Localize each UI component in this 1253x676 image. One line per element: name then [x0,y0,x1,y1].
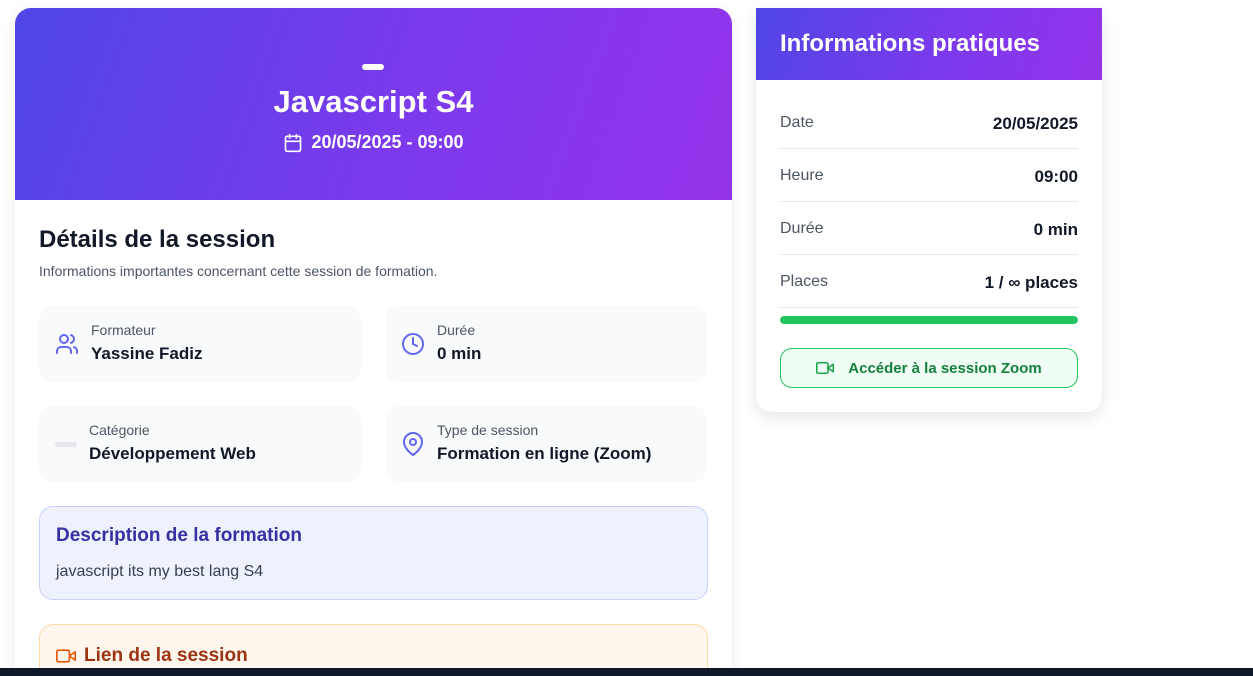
description-title: Description de la formation [56,525,302,546]
session-type-label: Type de session [437,422,539,438]
video-icon [56,649,76,663]
category-value: Développement Web [89,444,256,463]
info-row-value: 1 / ∞ places [984,273,1078,292]
capacity-progress-fill [780,316,1078,324]
category-placeholder-icon [55,442,77,447]
session-type-value: Formation en ligne (Zoom) [437,444,652,463]
info-row-label: Heure [780,167,824,184]
bottom-edge-bar [0,668,1253,676]
description-box: Description de la formation javascript i… [39,506,708,600]
zoom-session-button[interactable]: Accéder à la session Zoom [780,348,1078,388]
info-row-label: Date [780,114,814,131]
details-subtitle: Informations importantes concernant cett… [39,263,438,279]
session-link-title: Lien de la session [56,645,248,667]
hero-decoration-bar [362,64,384,70]
info-row-value: 20/05/2025 [992,114,1078,133]
info-row-label: Places [780,273,829,290]
clock-icon [402,333,424,355]
category-label: Catégorie [89,422,150,438]
session-datetime: 20/05/2025 - 09:00 [15,132,732,153]
info-row-time: Heure 09:00 [780,149,1078,202]
details-heading: Détails de la session [39,226,276,253]
trainer-card: Formateur Yassine Fadiz [39,306,361,382]
zoom-session-button-label: Accéder à la session Zoom [848,359,1042,377]
info-row-date: Date 20/05/2025 [780,96,1078,149]
map-pin-icon [403,432,423,456]
calendar-icon [285,133,302,152]
practical-info-header: Informations pratiques [756,8,1102,80]
session-datetime-text: 20/05/2025 - 09:00 [311,132,464,152]
duration-label: Durée [437,322,476,338]
session-details-card: Javascript S4 20/05/2025 - 09:00 Détails… [15,8,732,676]
session-link-title-text: Lien de la session [84,645,248,666]
session-hero: Javascript S4 20/05/2025 - 09:00 [15,8,732,200]
capacity-progress-bar [780,316,1078,324]
info-row-label: Durée [780,220,824,237]
info-row-value: 0 min [1033,220,1078,239]
video-icon [816,362,835,374]
practical-info-title: Informations pratiques [780,30,1041,57]
category-card: Catégorie Développement Web [39,406,361,482]
practical-info-card: Informations pratiques Date 20/05/2025 H… [756,8,1102,412]
info-row-value: 09:00 [1034,167,1078,186]
page: Javascript S4 20/05/2025 - 09:00 Détails… [0,0,1253,676]
duration-card: Durée 0 min [385,306,707,382]
trainer-value: Yassine Fadiz [91,344,203,363]
trainer-label: Formateur [91,322,156,338]
duration-value: 0 min [437,344,482,363]
session-title: Javascript S4 [273,84,474,119]
session-type-card: Type de session Formation en ligne (Zoom… [385,406,707,482]
users-icon [56,334,78,354]
info-row-duration: Durée 0 min [780,202,1078,255]
info-row-places: Places 1 / ∞ places [780,255,1078,308]
description-text: javascript its my best lang S4 [56,563,264,580]
